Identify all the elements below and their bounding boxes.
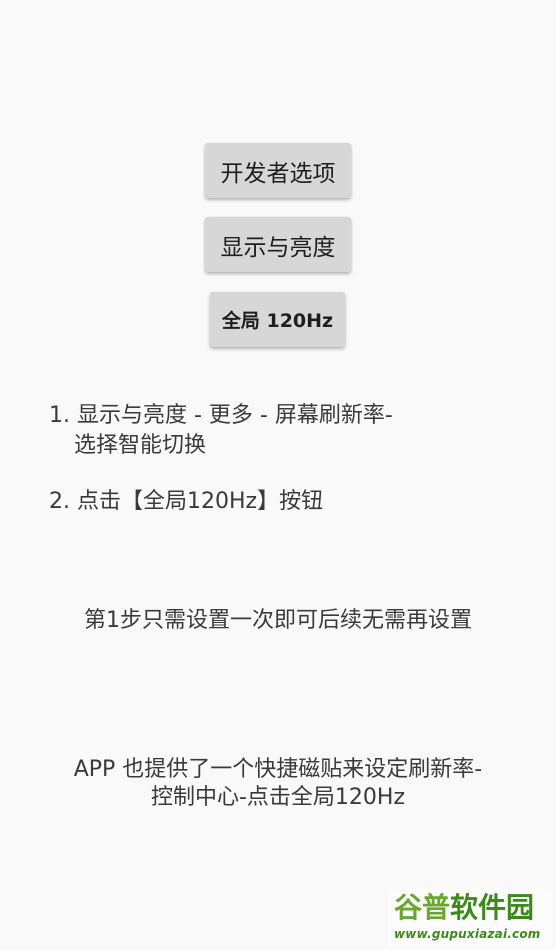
step1-instruction: 1. 显示与亮度 - 更多 - 屏幕刷新率-: [49, 403, 393, 428]
step1-instruction-continued: 选择智能切换: [74, 433, 207, 458]
global-120hz-button[interactable]: 全局 120Hz: [210, 292, 345, 347]
quick-tile-info-continued: 控制中心-点击全局120Hz: [150, 785, 406, 810]
step2-instruction: 2. 点击【全局120Hz】按钮: [49, 489, 324, 514]
watermark-logo-part2: 软件园: [450, 891, 535, 924]
quick-tile-info: APP 也提供了一个快捷磁贴来设定刷新率-: [73, 757, 483, 782]
watermark-logo: 谷普软件园: [394, 891, 534, 925]
developer-options-button[interactable]: 开发者选项: [205, 143, 351, 198]
one-time-setup-note: 第1步只需设置一次即可后续无需再设置: [84, 608, 472, 633]
watermark-logo-part1: 谷普: [394, 891, 451, 924]
watermark: 谷普软件园 www.gupuxiazai.com: [388, 889, 554, 946]
display-brightness-button[interactable]: 显示与亮度: [205, 217, 351, 272]
watermark-url: www.gupuxiazai.com: [394, 927, 541, 941]
